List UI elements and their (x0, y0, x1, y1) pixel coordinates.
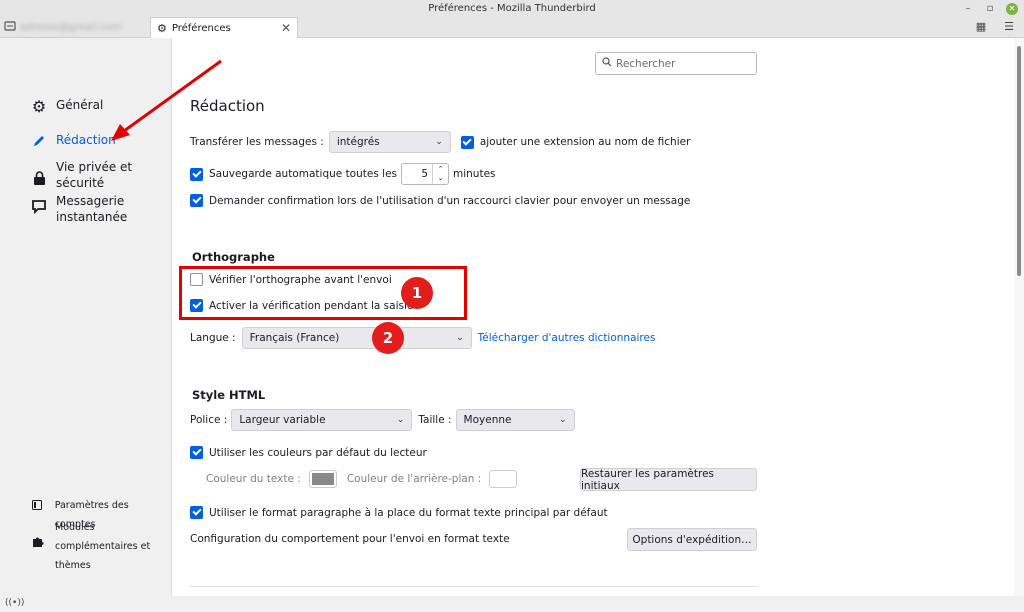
status-bar: ((•)) (0, 596, 1024, 612)
connection-status-icon: ((•)) (5, 598, 25, 608)
annotation-arrow-icon (111, 59, 222, 141)
